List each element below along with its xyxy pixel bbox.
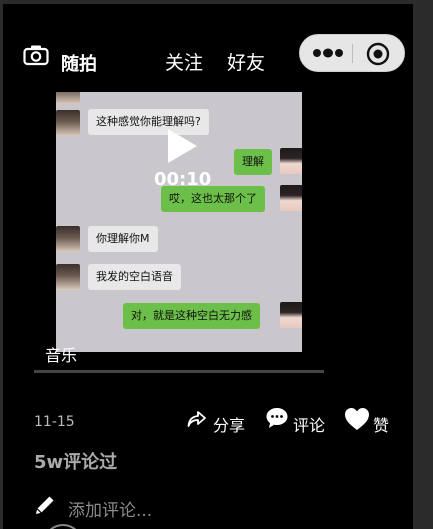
chat-avatar xyxy=(56,92,80,104)
more-icon[interactable] xyxy=(312,47,344,59)
chat-avatar xyxy=(56,264,80,290)
video-feed-screen: 随拍 关注 好友 这种感觉你能理解吗? 理解 哎，这也太那个了 你理解你M 我发… xyxy=(3,4,413,529)
close-target-icon[interactable] xyxy=(366,42,390,66)
comment-input[interactable]: 添加评论... xyxy=(68,496,152,521)
heart-icon[interactable] xyxy=(344,407,370,431)
share-button[interactable]: 分享 xyxy=(213,412,245,436)
capsule-divider xyxy=(352,44,353,63)
video-progress-bar[interactable] xyxy=(34,370,324,373)
window-edge xyxy=(413,0,433,529)
camera-icon[interactable] xyxy=(23,44,49,66)
comment-icon[interactable] xyxy=(265,406,289,430)
post-date: 11-15 xyxy=(34,414,75,430)
chat-avatar xyxy=(280,185,302,211)
tab-friends[interactable]: 好友 xyxy=(227,48,265,75)
mini-program-capsule xyxy=(299,34,405,72)
music-label[interactable]: 音乐 xyxy=(45,342,77,366)
chat-bubble: 你理解你M xyxy=(88,226,158,252)
tab-follow[interactable]: 关注 xyxy=(165,48,203,75)
share-icon[interactable] xyxy=(187,410,207,428)
chat-avatar xyxy=(56,226,80,252)
snap-label[interactable]: 随拍 xyxy=(61,50,97,76)
chat-bubble: 我发的空白语音 xyxy=(88,264,181,290)
chat-avatar xyxy=(280,148,302,174)
comment-button[interactable]: 评论 xyxy=(293,412,325,436)
comment-count: 5w评论过 xyxy=(34,452,118,473)
avatar xyxy=(43,524,83,529)
chat-bubble: 理解 xyxy=(234,149,272,175)
pen-icon xyxy=(36,496,54,514)
chat-bubble: 对，就是这种空白无力感 xyxy=(123,303,260,329)
like-button[interactable]: 赞 xyxy=(373,412,389,436)
video-duration: 00:10 xyxy=(154,169,212,190)
chat-avatar xyxy=(280,302,302,328)
play-icon[interactable] xyxy=(166,128,198,164)
video-player[interactable]: 这种感觉你能理解吗? 理解 哎，这也太那个了 你理解你M 我发的空白语音 对，就… xyxy=(56,92,302,352)
chat-avatar xyxy=(56,110,80,136)
